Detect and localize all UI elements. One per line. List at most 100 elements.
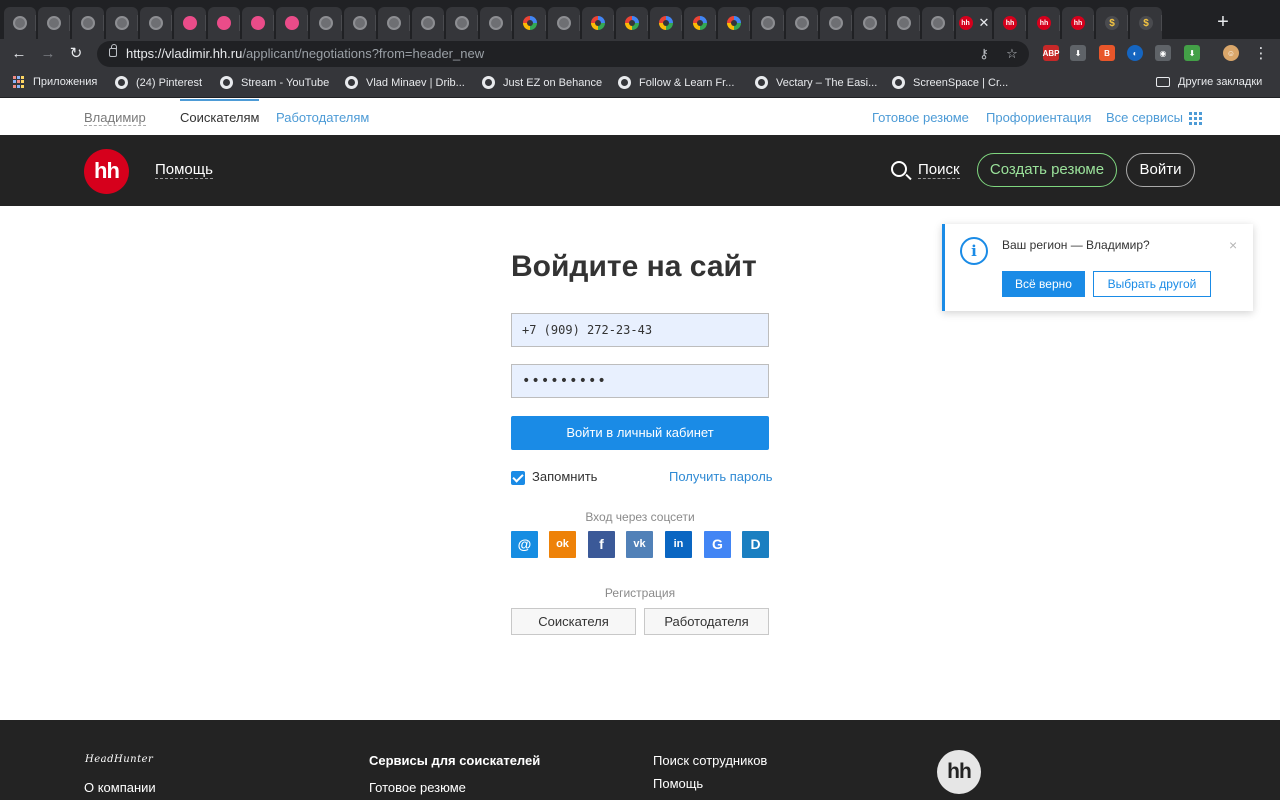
browser-tab[interactable] [4, 7, 36, 39]
apps-grid-icon [13, 76, 25, 88]
browser-tab[interactable] [752, 7, 784, 39]
address-bar[interactable]: https://vladimir.hh.ru/applicant/negotia… [97, 41, 1029, 67]
browser-tab[interactable] [378, 7, 410, 39]
search-link[interactable]: Поиск [918, 161, 960, 179]
extension-arrow-icon[interactable]: ⬇ [1184, 45, 1200, 61]
odnoklassniki-icon[interactable]: ok [549, 531, 576, 558]
forward-arrow-icon[interactable]: → [37, 43, 59, 65]
nav-seekers[interactable]: Соискателям [180, 110, 259, 125]
linkedin-icon[interactable]: in [665, 531, 692, 558]
browser-tab[interactable] [72, 7, 104, 39]
menu-dots-icon[interactable]: ⋮ [1250, 43, 1272, 65]
browser-tab[interactable]: hh ✕ [956, 7, 992, 39]
phone-input[interactable]: +7 (909) 272-23-43 [511, 313, 769, 347]
back-arrow-icon[interactable]: ← [8, 43, 30, 65]
browser-tab[interactable] [140, 7, 172, 39]
create-resume-button[interactable]: Создать резюме [977, 153, 1117, 187]
new-tab-button[interactable]: + [1211, 11, 1235, 35]
get-password-link[interactable]: Получить пароль [669, 469, 773, 484]
key-icon[interactable]: ⚷ [974, 44, 994, 64]
remember-checkbox[interactable] [511, 471, 525, 485]
confirm-region-button[interactable]: Всё верно [1002, 271, 1085, 297]
browser-tab[interactable] [106, 7, 138, 39]
google-icon [659, 16, 673, 30]
vk-icon[interactable]: vk [626, 531, 653, 558]
browser-tab[interactable] [412, 7, 444, 39]
browser-tab[interactable] [684, 7, 716, 39]
browser-tab[interactable] [446, 7, 478, 39]
reload-icon[interactable]: ↻ [65, 43, 87, 65]
dribbble-icon [183, 16, 197, 30]
bookmark-item[interactable]: Vectary – The Easi... [755, 76, 877, 89]
adblock-icon[interactable]: ABP [1043, 45, 1059, 61]
bookmark-item[interactable]: ScreenSpace | Cr... [892, 76, 1008, 89]
close-icon[interactable]: × [1229, 237, 1237, 253]
browser-tab[interactable] [854, 7, 886, 39]
help-link[interactable]: Помощь [155, 161, 213, 179]
login-header-button[interactable]: Войти [1126, 153, 1195, 187]
browser-tab[interactable] [242, 7, 274, 39]
browser-tab[interactable] [514, 7, 546, 39]
nav-all-services[interactable]: Все сервисы [1106, 110, 1202, 126]
browser-tab[interactable] [480, 7, 512, 39]
browser-tab[interactable]: hh [1062, 7, 1094, 39]
browser-tab[interactable] [38, 7, 70, 39]
search-icon[interactable] [891, 161, 907, 177]
nav-ready-resume[interactable]: Готовое резюме [872, 110, 969, 125]
remember-label[interactable]: Запомнить [532, 469, 597, 484]
browser-tab[interactable] [922, 7, 954, 39]
nav-employers[interactable]: Работодателям [276, 110, 369, 125]
avatar[interactable]: ☺ [1223, 45, 1239, 61]
city-selector[interactable]: Владимир [84, 110, 146, 126]
browser-tab[interactable] [616, 7, 648, 39]
password-input[interactable]: ••••••••• [511, 364, 769, 398]
d-icon[interactable]: D [742, 531, 769, 558]
facebook-icon[interactable]: f [588, 531, 615, 558]
extension-globe-icon[interactable]: ◐ [1127, 45, 1143, 61]
star-icon[interactable]: ☆ [1002, 44, 1022, 64]
google-icon[interactable]: G [704, 531, 731, 558]
bookmark-item[interactable]: Stream - YouTube [220, 76, 329, 89]
browser-tab[interactable] [650, 7, 682, 39]
browser-tab[interactable]: hh [1028, 7, 1060, 39]
browser-tab[interactable] [548, 7, 580, 39]
bookmark-other[interactable]: Другие закладки [1156, 76, 1262, 88]
bookmark-item[interactable]: Follow & Learn Fr... [618, 76, 734, 89]
tab-separator [35, 15, 36, 31]
footer-find-staff-link[interactable]: Поиск сотрудников [653, 753, 767, 768]
nav-career[interactable]: Профориентация [986, 110, 1091, 125]
browser-tab[interactable] [174, 7, 206, 39]
download-icon[interactable]: ⬇ [1070, 45, 1086, 61]
browser-tab[interactable] [208, 7, 240, 39]
hh-logo[interactable]: hh [84, 149, 129, 194]
browser-tab[interactable] [786, 7, 818, 39]
browser-tab[interactable]: $ [1130, 7, 1162, 39]
register-employer-button[interactable]: Работодателя [644, 608, 769, 635]
bookmark-apps[interactable]: Приложения [13, 76, 97, 88]
tab-separator [681, 15, 682, 31]
bookmark-item[interactable]: Just EZ on Behance [482, 76, 602, 89]
extension-b-icon[interactable]: B [1099, 45, 1115, 61]
choose-region-button[interactable]: Выбрать другой [1093, 271, 1211, 297]
footer-about-link[interactable]: О компании [84, 780, 156, 795]
browser-tab[interactable] [718, 7, 750, 39]
camera-icon[interactable]: ◉ [1155, 45, 1171, 61]
browser-tab[interactable] [344, 7, 376, 39]
footer-help-link[interactable]: Помощь [653, 776, 703, 791]
browser-tab[interactable]: $ [1096, 7, 1128, 39]
browser-tab[interactable] [276, 7, 308, 39]
bookmark-item[interactable]: Vlad Minaev | Drib... [345, 76, 465, 89]
bookmark-item[interactable]: (24) Pinterest [115, 76, 202, 89]
browser-tab[interactable]: hh [994, 7, 1026, 39]
mail-icon[interactable]: @ [511, 531, 538, 558]
tab-separator [511, 15, 512, 31]
footer-ready-resume-link[interactable]: Готовое резюме [369, 780, 466, 795]
tab-separator [1025, 15, 1026, 31]
browser-tab[interactable] [310, 7, 342, 39]
browser-tab[interactable] [888, 7, 920, 39]
close-tab-icon[interactable]: ✕ [979, 15, 990, 31]
browser-tab[interactable] [820, 7, 852, 39]
browser-tab[interactable] [582, 7, 614, 39]
register-seeker-button[interactable]: Соискателя [511, 608, 636, 635]
submit-login-button[interactable]: Войти в личный кабинет [511, 416, 769, 450]
